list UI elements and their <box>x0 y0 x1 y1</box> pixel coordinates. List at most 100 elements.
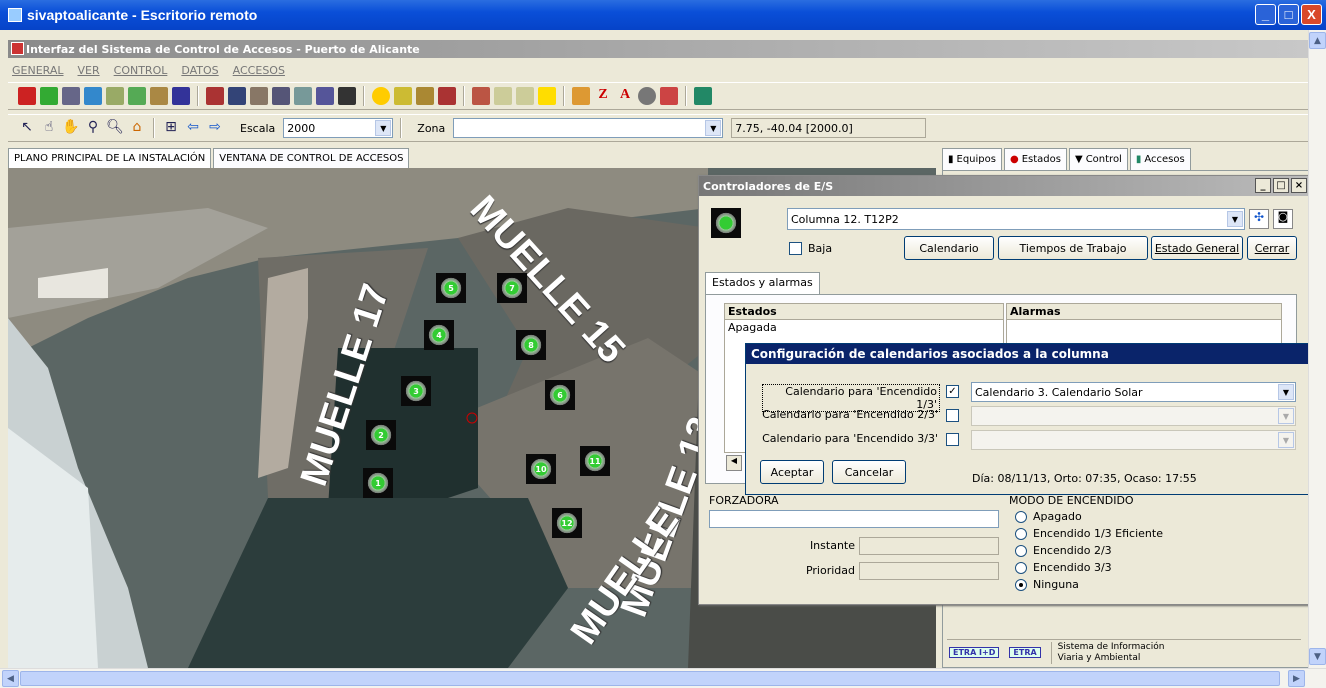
horizontal-scrollbar[interactable]: ◀ ▶ <box>0 668 1326 688</box>
vehicle-icon[interactable] <box>660 87 678 105</box>
chevron-down-icon[interactable]: ▼ <box>1227 211 1243 227</box>
column-light[interactable]: 5 <box>436 273 466 303</box>
marker-icon[interactable] <box>338 87 356 105</box>
window-icon[interactable] <box>84 87 102 105</box>
column-light[interactable]: 6 <box>545 380 575 410</box>
radio-encendido-3-3[interactable]: Encendido 3/3 <box>1015 561 1163 574</box>
cancelar-button[interactable]: Cancelar <box>832 460 906 484</box>
calendar-icon[interactable] <box>438 87 456 105</box>
escala-select[interactable]: 2000 ▼ <box>283 118 394 138</box>
home-icon[interactable]: ⌂ <box>128 119 146 137</box>
radio-button[interactable] <box>1015 527 1027 540</box>
menu-ver[interactable]: VER <box>78 64 100 77</box>
baja-checkbox[interactable]: Baja <box>789 242 832 255</box>
chevron-down-icon[interactable]: ▼ <box>375 120 392 136</box>
radio-button[interactable] <box>1015 578 1027 591</box>
exit-icon[interactable] <box>694 87 712 105</box>
close-button[interactable]: X <box>1301 4 1322 25</box>
column-light[interactable]: 1 <box>363 468 393 498</box>
palette-icon[interactable] <box>638 87 656 105</box>
list-icon[interactable] <box>316 87 334 105</box>
camera-icon[interactable]: ◙ <box>1273 209 1293 229</box>
zoom-area-icon[interactable]: ⚲ <box>84 119 102 137</box>
tab-equipos[interactable]: ▮ Equipos <box>942 148 1002 170</box>
scroll-up-icon[interactable]: ▲ <box>1309 32 1326 49</box>
close-button[interactable]: × <box>1291 178 1307 193</box>
zona-select[interactable]: ▼ <box>453 118 724 138</box>
clock-icon[interactable] <box>250 87 268 105</box>
tab-plano-principal[interactable]: PLANO PRINCIPAL DE LA INSTALACIÓN <box>8 148 212 168</box>
menu-control[interactable]: CONTROL <box>114 64 168 77</box>
report-icon[interactable] <box>472 87 490 105</box>
radio-button[interactable] <box>1015 510 1027 523</box>
radio-apagado[interactable]: Apagado <box>1015 510 1163 523</box>
column-light[interactable]: 4 <box>424 320 454 350</box>
scroll-left-icon[interactable]: ◀ <box>726 455 742 471</box>
tab-estados-alarmas[interactable]: Estados y alarmas <box>705 272 820 294</box>
forward-arrow-icon[interactable]: ⇨ <box>206 119 224 137</box>
menu-datos[interactable]: DATOS <box>181 64 218 77</box>
radio-encendido-2-3[interactable]: Encendido 2/3 <box>1015 544 1163 557</box>
chart-icon[interactable] <box>294 87 312 105</box>
speaker-icon[interactable] <box>106 87 124 105</box>
calendar-2-checkbox[interactable] <box>946 409 959 422</box>
tab-ventana-control[interactable]: VENTANA DE CONTROL DE ACCESOS <box>213 148 410 168</box>
chevron-down-icon[interactable]: ▼ <box>1278 384 1294 400</box>
network-icon[interactable] <box>206 87 224 105</box>
tab-estados[interactable]: ● Estados <box>1003 148 1067 170</box>
key-icon[interactable] <box>494 87 512 105</box>
forzadora-field[interactable] <box>709 510 999 528</box>
radio-encendido-1-3[interactable]: Encendido 1/3 Eficiente <box>1015 527 1163 540</box>
pointer-icon[interactable]: ↖ <box>18 119 36 137</box>
locate-icon[interactable]: ✣ <box>1249 209 1269 229</box>
book-icon[interactable] <box>572 87 590 105</box>
radio-button[interactable] <box>1015 561 1027 574</box>
column-light[interactable]: 12 <box>552 508 582 538</box>
chevron-down-icon[interactable]: ▼ <box>705 120 722 136</box>
antenna-icon[interactable] <box>62 87 80 105</box>
minimize-button[interactable]: _ <box>1255 4 1276 25</box>
scroll-right-icon[interactable]: ▶ <box>1288 670 1305 687</box>
z-icon[interactable]: Z <box>594 87 612 105</box>
fin-icon[interactable] <box>18 87 36 105</box>
column-light[interactable]: 2 <box>366 420 396 450</box>
column-light[interactable]: 7 <box>497 273 527 303</box>
document-icon[interactable] <box>394 87 412 105</box>
panel-icon[interactable] <box>228 87 246 105</box>
tree-icon[interactable] <box>128 87 146 105</box>
gear-icon[interactable] <box>416 87 434 105</box>
estado-general-button[interactable]: Estado General <box>1151 236 1243 260</box>
calendar-3-checkbox[interactable] <box>946 433 959 446</box>
minimize-button[interactable]: _ <box>1255 178 1271 193</box>
tab-accesos[interactable]: ▮ Accesos <box>1129 148 1191 170</box>
vertical-scrollbar[interactable]: ▲ ▼ <box>1308 30 1326 668</box>
scroll-thumb[interactable] <box>20 671 1280 686</box>
menu-general[interactable]: GENERAL <box>12 64 64 77</box>
zoom-icon[interactable]: 🔍︎ <box>106 119 124 137</box>
monitor-icon[interactable] <box>172 87 190 105</box>
aceptar-button[interactable]: Aceptar <box>760 460 824 484</box>
tiempos-trabajo-button[interactable]: Tiempos de Trabajo <box>998 236 1148 260</box>
column-light[interactable]: 8 <box>516 330 546 360</box>
calendar-1-select[interactable]: Calendario 3. Calendario Solar ▼ <box>971 382 1296 402</box>
device-icon[interactable] <box>272 87 290 105</box>
maximize-button[interactable]: □ <box>1273 178 1289 193</box>
radio-button[interactable] <box>1015 544 1027 557</box>
cerrar-button[interactable]: Cerrar <box>1247 236 1297 260</box>
grid-icon[interactable] <box>40 87 58 105</box>
radio-ninguna[interactable]: Ninguna <box>1015 578 1163 591</box>
calendar-1-checkbox[interactable]: ✓ <box>946 385 959 398</box>
device-select[interactable]: Columna 12. T12P2 ▼ <box>787 208 1245 230</box>
alert-triangle-icon[interactable] <box>538 87 556 105</box>
column-light[interactable]: 11 <box>580 446 610 476</box>
pan-icon[interactable]: ✋ <box>62 119 80 137</box>
key-alt-icon[interactable] <box>516 87 534 105</box>
tool-icon[interactable] <box>150 87 168 105</box>
back-arrow-icon[interactable]: ⇦ <box>184 119 202 137</box>
scroll-left-icon[interactable]: ◀ <box>2 670 19 687</box>
maximize-button[interactable]: □ <box>1278 4 1299 25</box>
full-extent-icon[interactable]: ⊞ <box>162 119 180 137</box>
hand-icon[interactable]: ☝ <box>40 119 58 137</box>
baja-check[interactable] <box>789 242 802 255</box>
menu-accesos[interactable]: ACCESOS <box>233 64 285 77</box>
